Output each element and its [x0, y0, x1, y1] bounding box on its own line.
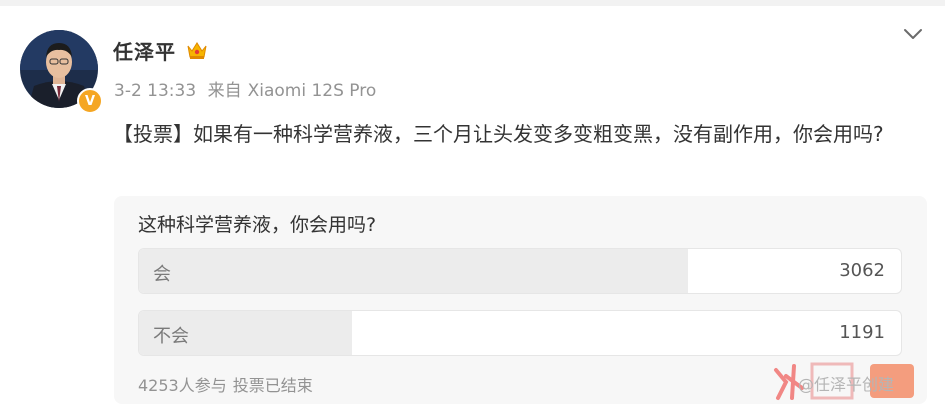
poll-option-count: 1191 [839, 322, 885, 343]
poll-question: 这种科学营养液，你会用吗? [138, 214, 377, 236]
crown-badge-icon [187, 42, 207, 59]
poll-option-no[interactable]: 不会 1191 [138, 310, 902, 356]
poll-option-label: 不会 [153, 326, 189, 347]
post-meta: 3-2 13:33 来自 Xiaomi 12S Pro [114, 76, 382, 101]
post-timestamp[interactable]: 3-2 13:33 [114, 81, 196, 101]
poll-option-yes[interactable]: 会 3062 [138, 248, 902, 294]
source-prefix: 来自 [207, 81, 242, 101]
source-device: Xiaomi 12S Pro [247, 81, 377, 101]
poll-option-count: 3062 [839, 260, 885, 281]
watermark-text: @任泽平创建 [798, 375, 895, 394]
chevron-down-icon[interactable] [902, 26, 924, 42]
verified-v-icon: V [77, 88, 103, 114]
post-body: 【投票】如果有一种科学营养液，三个月让头发变多变粗变黑，没有副作用，你会用吗? [113, 122, 884, 146]
poll-status: 投票已结束 [232, 376, 313, 395]
author-name[interactable]: 任泽平 [113, 36, 176, 65]
top-divider [0, 0, 945, 6]
poll-footer: 4253人参与 投票已结束 [138, 372, 319, 396]
poll-option-bar [139, 249, 688, 293]
poll-participants: 4253人参与 [138, 376, 227, 395]
poll-option-label: 会 [153, 264, 171, 285]
